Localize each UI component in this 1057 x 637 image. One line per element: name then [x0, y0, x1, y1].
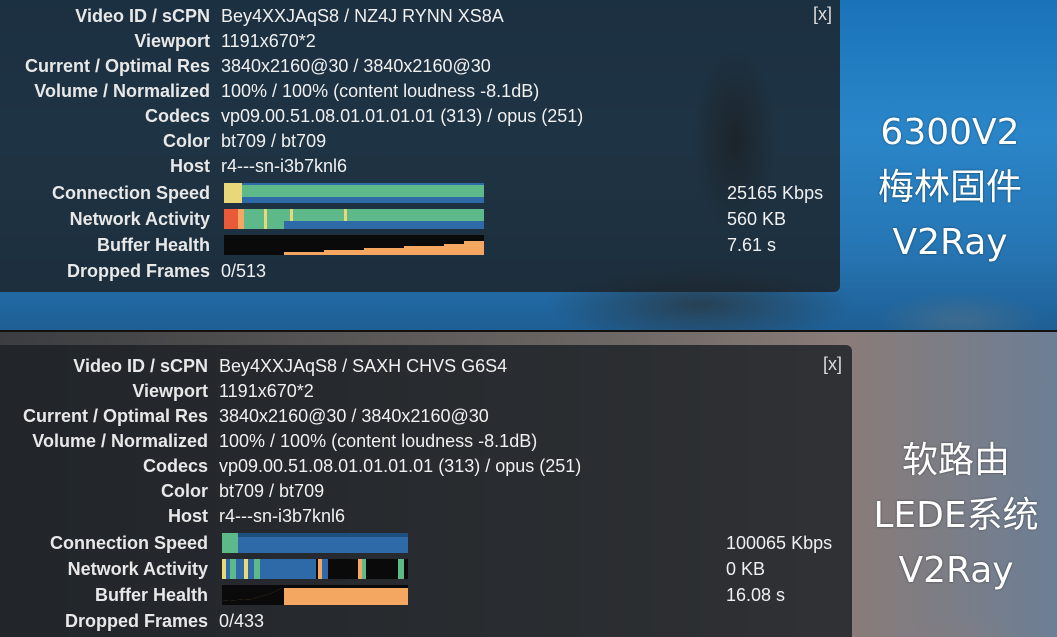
stat-value: bt709 / bt709 [219, 481, 325, 501]
stat-label: Volume / Normalized [32, 431, 208, 451]
stat-label: Color [163, 131, 210, 151]
caption-top: 6300V2 梅林固件 V2Ray [850, 105, 1050, 270]
stat-label: Current / Optimal Res [24, 56, 210, 76]
stat-value: r4---sn-i3b7knl6 [221, 156, 348, 176]
connection-speed-value: 25165 Kbps [727, 183, 824, 203]
connection-speed-graph [224, 183, 484, 203]
stat-label: Network Activity [69, 209, 210, 229]
network-activity-value: 560 KB [727, 209, 787, 229]
buffer-health-value: 16.08 s [726, 585, 786, 605]
stat-value: 1191x670*2 [219, 381, 314, 401]
stat-label: Codecs [144, 106, 210, 126]
stat-label: Codecs [142, 456, 208, 476]
network-activity-graph [222, 559, 408, 579]
stat-value: Bey4XXJAqS8 / SAXH CHVS G6S4 [219, 356, 508, 376]
stat-value: Bey4XXJAqS8 / NZ4J RYNN XS8A [221, 6, 504, 26]
stats-for-nerds-panel-top: Video ID / sCPN Bey4XXJAqS8 / NZ4J RYNN … [0, 0, 840, 292]
stat-label: Dropped Frames [66, 261, 210, 281]
stat-value: 1191x670*2 [221, 31, 316, 51]
stat-label: Network Activity [67, 559, 208, 579]
stat-label: Viewport [132, 381, 208, 401]
stat-label: Host [168, 506, 208, 526]
stats-for-nerds-panel-bottom: Video ID / sCPN Bey4XXJAqS8 / SAXH CHVS … [0, 345, 852, 637]
caption-line: 6300V2 [880, 112, 1020, 153]
buffer-health-graph [224, 235, 484, 255]
stat-value: 3840x2160@30 / 3840x2160@30 [221, 56, 491, 76]
stat-label: Connection Speed [51, 183, 210, 203]
stat-label: Connection Speed [49, 533, 208, 553]
stat-value: vp09.00.51.08.01.01.01.01 (313) / opus (… [221, 106, 584, 126]
stat-label: Dropped Frames [64, 611, 208, 631]
stat-label: Video ID / sCPN [75, 6, 210, 26]
stat-label: Buffer Health [94, 585, 208, 605]
stat-value: vp09.00.51.08.01.01.01.01 (313) / opus (… [219, 456, 582, 476]
stat-value: 0/433 [219, 611, 265, 631]
network-activity-graph [224, 209, 484, 229]
caption-line: LEDE系统 [873, 495, 1039, 536]
stat-value: r4---sn-i3b7knl6 [219, 506, 346, 526]
buffer-health-value: 7.61 s [727, 235, 777, 255]
stat-label: Viewport [134, 31, 210, 51]
caption-bottom: 软路由 LEDE系统 V2Ray [856, 433, 1056, 598]
stat-label: Color [161, 481, 208, 501]
stat-value: bt709 / bt709 [221, 131, 327, 151]
connection-speed-graph [222, 533, 408, 553]
network-activity-value: 0 KB [726, 559, 766, 579]
stat-label: Volume / Normalized [34, 81, 210, 101]
stat-value: 100% / 100% (content loudness -8.1dB) [219, 431, 538, 451]
buffer-health-graph [222, 585, 408, 605]
close-button[interactable]: [x] [822, 353, 843, 376]
stat-value: 100% / 100% (content loudness -8.1dB) [221, 81, 540, 101]
stat-value: 0/513 [221, 261, 267, 281]
stat-label: Current / Optimal Res [22, 406, 208, 426]
caption-line: V2Ray [892, 222, 1008, 263]
caption-line: 梅林固件 [877, 167, 1022, 208]
stat-value: 3840x2160@30 / 3840x2160@30 [219, 406, 489, 426]
stat-label: Buffer Health [96, 235, 210, 255]
stat-label: Video ID / sCPN [73, 356, 208, 376]
close-button[interactable]: [x] [812, 3, 833, 26]
connection-speed-value: 100065 Kbps [726, 533, 833, 553]
caption-line: V2Ray [898, 550, 1014, 591]
caption-line: 软路由 [901, 440, 1010, 481]
stat-label: Host [170, 156, 210, 176]
